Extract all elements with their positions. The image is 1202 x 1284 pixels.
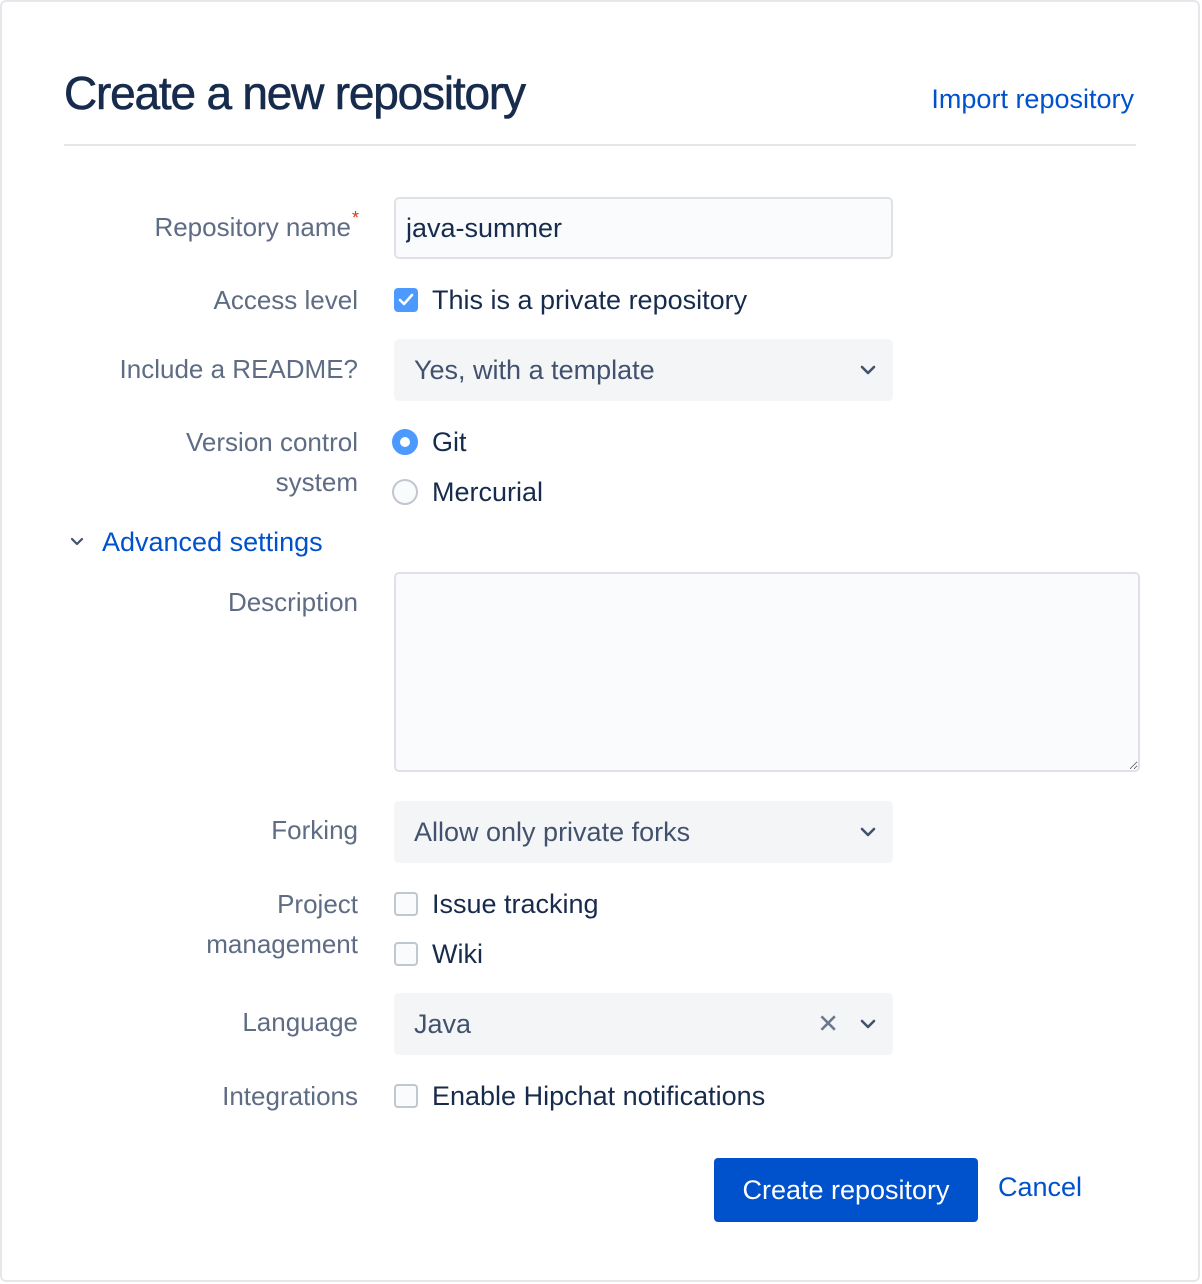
header-divider xyxy=(64,144,1136,146)
project-management-label-line1: Project xyxy=(277,889,358,919)
git-label: Git xyxy=(432,426,467,457)
wiki-label: Wiki xyxy=(432,938,483,969)
advanced-settings-label: Advanced settings xyxy=(102,526,323,557)
readme-select-value: Yes, with a template xyxy=(414,354,655,385)
private-repository-option[interactable]: This is a private repository xyxy=(394,280,747,320)
project-management-label-line2: management xyxy=(206,929,358,959)
mercurial-radio[interactable] xyxy=(392,479,418,505)
chevron-down-icon xyxy=(70,537,84,546)
wiki-option[interactable]: Wiki xyxy=(394,934,483,974)
language-select[interactable]: Java ✕ xyxy=(394,993,893,1055)
private-repository-label: This is a private repository xyxy=(432,284,748,315)
integrations-label: Integrations xyxy=(222,1081,358,1111)
repository-name-input[interactable] xyxy=(394,197,893,259)
radio-dot xyxy=(400,437,410,447)
access-level-label: Access level xyxy=(213,285,359,315)
description-label: Description xyxy=(227,587,358,617)
wiki-checkbox[interactable] xyxy=(394,942,418,966)
issue-tracking-checkbox[interactable] xyxy=(394,892,418,916)
chevron-down-icon xyxy=(860,827,876,837)
chevron-down-icon xyxy=(860,365,876,375)
readme-label: Include a README? xyxy=(119,354,358,384)
import-repository-link[interactable]: Import repository xyxy=(931,84,1134,115)
advanced-settings-toggle[interactable]: Advanced settings xyxy=(68,522,323,562)
language-label: Language xyxy=(242,1007,358,1037)
private-repository-checkbox[interactable] xyxy=(394,288,418,312)
vcs-option-mercurial[interactable]: Mercurial xyxy=(392,472,543,512)
hipchat-option[interactable]: Enable Hipchat notifications xyxy=(394,1076,765,1116)
page-title: Create a new repository xyxy=(64,67,527,120)
chevron-down-icon xyxy=(860,1019,876,1029)
forking-label: Forking xyxy=(271,815,358,845)
vcs-label-line1: Version control xyxy=(186,427,358,457)
repository-name-label-text: Repository name xyxy=(154,212,351,242)
hipchat-checkbox[interactable] xyxy=(394,1084,418,1108)
git-radio[interactable] xyxy=(392,429,418,455)
vcs-option-git[interactable]: Git xyxy=(392,422,467,462)
cancel-button[interactable]: Cancel xyxy=(998,1172,1082,1203)
forking-select[interactable]: Allow only private forks xyxy=(394,801,893,863)
readme-select[interactable]: Yes, with a template xyxy=(394,339,893,401)
description-textarea[interactable] xyxy=(394,572,1140,772)
clear-icon[interactable]: ✕ xyxy=(817,1009,839,1040)
issue-tracking-option[interactable]: Issue tracking xyxy=(394,884,599,924)
forking-select-value: Allow only private forks xyxy=(414,816,691,847)
issue-tracking-label: Issue tracking xyxy=(432,888,599,919)
repository-name-label: Repository name* xyxy=(154,207,359,250)
required-asterisk: * xyxy=(351,208,359,228)
create-repository-dialog: Create a new repository Import repositor… xyxy=(0,0,1200,1282)
vcs-label-line2: system xyxy=(275,467,358,497)
checkmark-icon xyxy=(398,293,414,306)
create-repository-button[interactable]: Create repository xyxy=(714,1158,978,1222)
language-select-value: Java xyxy=(414,1008,472,1039)
mercurial-label: Mercurial xyxy=(432,476,544,507)
hipchat-label: Enable Hipchat notifications xyxy=(432,1080,766,1111)
